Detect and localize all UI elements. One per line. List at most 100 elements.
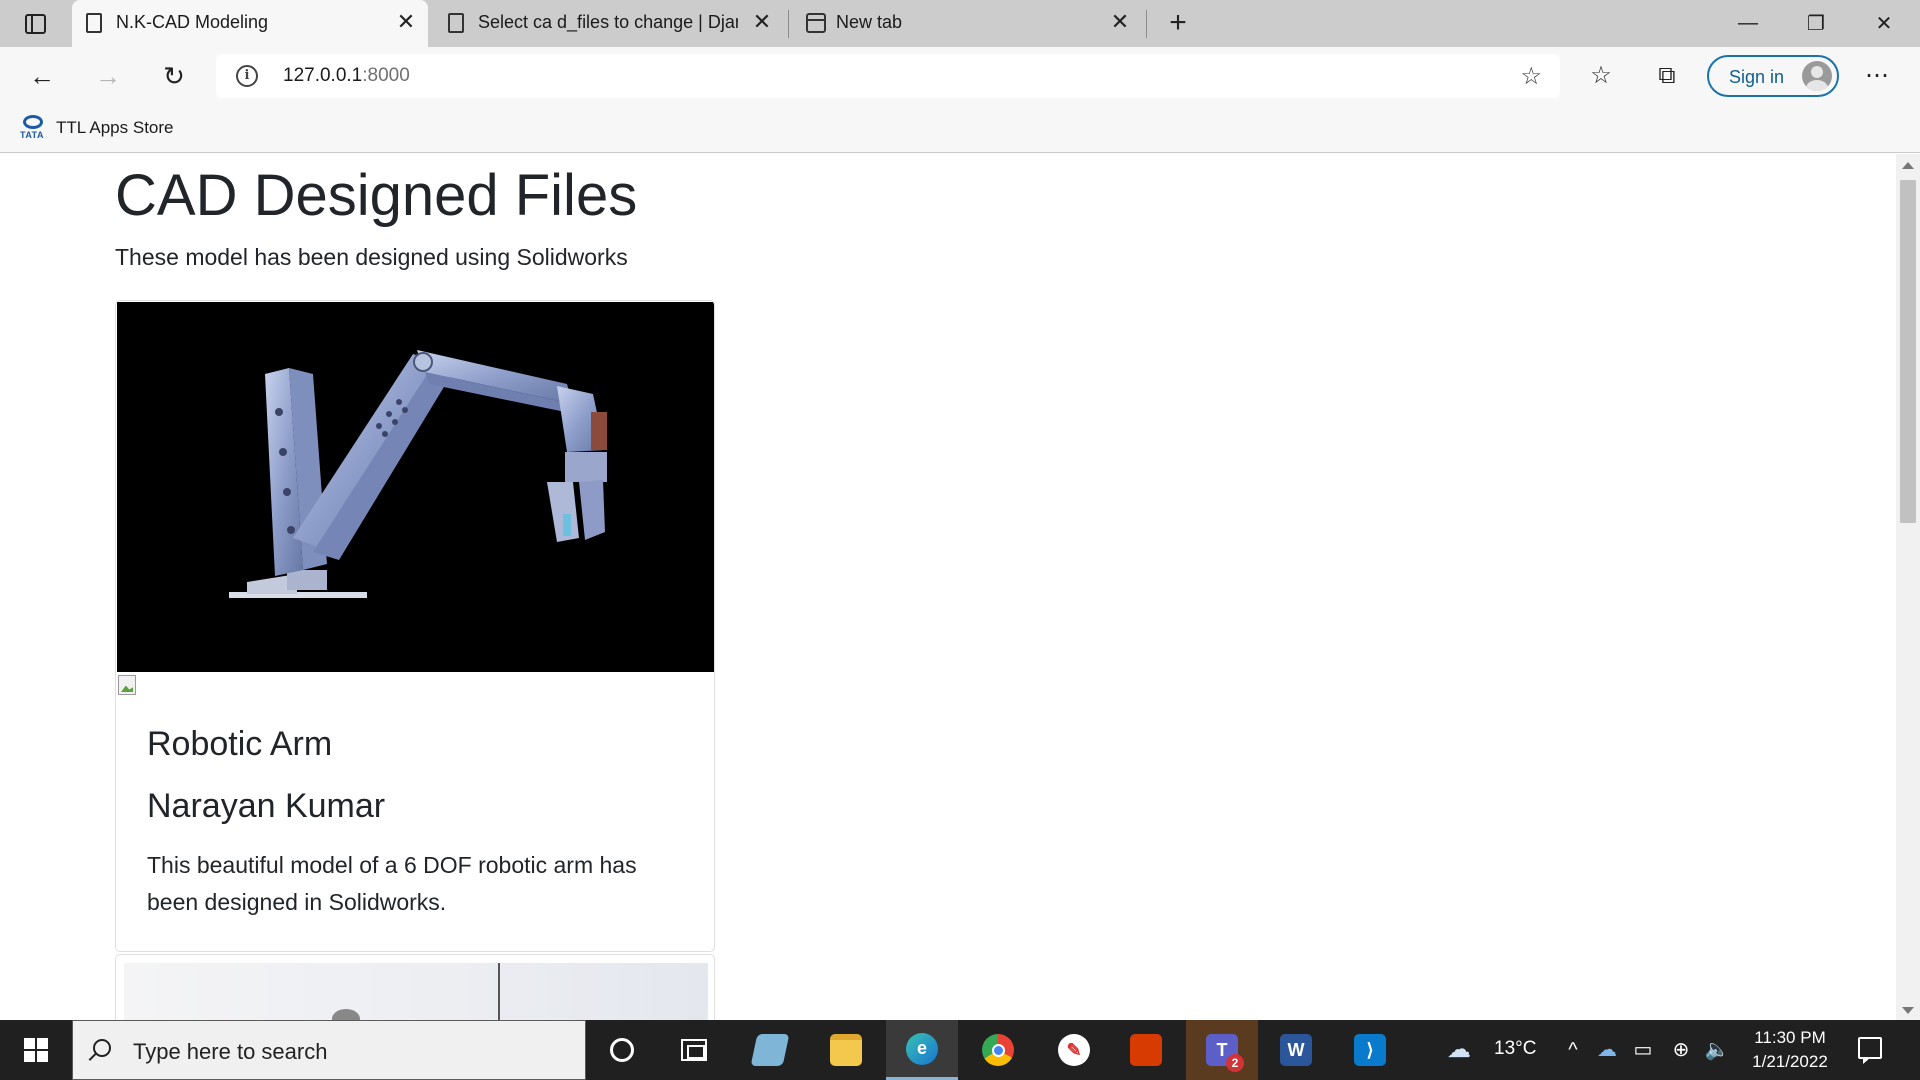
taskbar-app-paint[interactable]: ✎ bbox=[1038, 1020, 1110, 1080]
page-icon bbox=[86, 13, 102, 33]
model-card bbox=[115, 954, 715, 1020]
paint-icon: ✎ bbox=[1058, 1034, 1090, 1066]
close-tab-icon[interactable]: ✕ bbox=[394, 10, 418, 34]
robotic-arm-render bbox=[229, 350, 607, 598]
teams-icon: T 2 bbox=[1206, 1034, 1244, 1072]
forward-button[interactable]: → bbox=[88, 56, 128, 96]
scroll-down-arrow-icon[interactable] bbox=[1902, 1007, 1914, 1014]
page-scrollbar[interactable] bbox=[1896, 154, 1920, 1020]
volume-icon[interactable]: 🔈 bbox=[1704, 1037, 1730, 1063]
task-view-icon bbox=[681, 1039, 707, 1061]
tab-divider bbox=[1146, 10, 1147, 38]
broken-image-icon bbox=[118, 675, 140, 699]
collections-icon[interactable]: ⧉ bbox=[1650, 59, 1684, 93]
clock-date: 1/21/2022 bbox=[1752, 1052, 1828, 1071]
bookmark-label: TTL Apps Store bbox=[56, 118, 174, 137]
avatar bbox=[1802, 61, 1832, 91]
favorites-icon[interactable]: ☆ bbox=[1584, 59, 1618, 93]
vscode-icon: ⟩ bbox=[1354, 1034, 1386, 1066]
refresh-button[interactable]: ↻ bbox=[154, 56, 194, 96]
word-icon: W bbox=[1280, 1034, 1312, 1066]
close-tab-icon[interactable]: ✕ bbox=[750, 10, 774, 34]
tab-new-tab[interactable]: New tab ✕ bbox=[792, 0, 1142, 47]
sign-in-button[interactable]: Sign in bbox=[1707, 55, 1839, 97]
windows-taskbar: Type here to search e ✎ T 2 W ⟩ ☁ 13°C ^… bbox=[0, 1020, 1920, 1080]
tab-divider bbox=[788, 10, 789, 38]
new-tab-button[interactable]: + bbox=[1160, 6, 1196, 42]
back-button[interactable]: ← bbox=[22, 56, 62, 96]
office-icon bbox=[1130, 1034, 1162, 1066]
tab-nk-cad-modeling[interactable]: N.K-CAD Modeling ✕ bbox=[72, 0, 428, 47]
page-subtitle: These model has been designed using Soli… bbox=[115, 244, 628, 270]
taskbar-clock[interactable]: 11:30 PM 1/21/2022 bbox=[1730, 1026, 1850, 1074]
arrow-right-icon: → bbox=[95, 60, 121, 91]
more-options-icon[interactable]: ⋯ bbox=[1860, 59, 1894, 93]
folder-icon bbox=[830, 1034, 862, 1066]
minimize-button[interactable]: — bbox=[1714, 0, 1782, 47]
tab-title: N.K-CAD Modeling bbox=[116, 12, 269, 32]
card-description: This beautiful model of a 6 DOF robotic … bbox=[147, 852, 637, 915]
model-image bbox=[124, 963, 708, 1020]
tata-logo-icon: TATA bbox=[20, 115, 46, 141]
refresh-icon: ↻ bbox=[163, 60, 185, 91]
tab-title: Select ca d_files to change | Djan bbox=[478, 12, 738, 32]
onedrive-icon[interactable]: ☁ bbox=[1594, 1037, 1620, 1063]
url-host: 127.0.0.1 bbox=[283, 65, 363, 86]
tab-actions-button[interactable] bbox=[14, 8, 56, 40]
taskbar-app-edge[interactable]: e bbox=[886, 1020, 958, 1080]
taskbar-search[interactable]: Type here to search bbox=[72, 1020, 586, 1080]
arrow-left-icon: ← bbox=[29, 60, 55, 91]
windows-logo-icon bbox=[24, 1038, 48, 1062]
card-title: Robotic Arm bbox=[147, 725, 333, 763]
page-title: CAD Designed Files bbox=[115, 163, 638, 228]
card-author: Narayan Kumar bbox=[147, 787, 386, 825]
tab-title: New tab bbox=[836, 12, 903, 32]
url-port: :8000 bbox=[362, 65, 410, 86]
browser-toolbar: ← → ↻ i 127.0.0.1:8000 ☆ ☆ ⧉ Sign in ⋯ bbox=[0, 47, 1920, 105]
model-card: Robotic Arm Narayan Kumar This beautiful… bbox=[115, 300, 715, 952]
add-favorite-icon[interactable]: ☆ bbox=[1520, 62, 1542, 91]
robotic-arm-image bbox=[117, 302, 714, 672]
tab-django-admin[interactable]: Select ca d_files to change | Djan ✕ bbox=[434, 0, 784, 47]
edge-icon: e bbox=[906, 1032, 938, 1065]
taskbar-app-vscode[interactable]: ⟩ bbox=[1334, 1020, 1406, 1080]
taskbar-app-chrome[interactable] bbox=[962, 1020, 1034, 1080]
taskbar-app-file-explorer[interactable] bbox=[810, 1020, 882, 1080]
taskbar-app-office[interactable] bbox=[1110, 1020, 1182, 1080]
search-icon bbox=[93, 1039, 111, 1057]
close-tab-icon[interactable]: ✕ bbox=[1108, 10, 1132, 34]
url-text[interactable]: 127.0.0.1:8000 bbox=[283, 65, 410, 87]
search-placeholder: Type here to search bbox=[133, 1039, 328, 1064]
start-button[interactable] bbox=[0, 1020, 72, 1080]
tab-actions-icon bbox=[24, 14, 46, 34]
weather-cloud-icon[interactable]: ☁ bbox=[1446, 1037, 1472, 1063]
cortana-icon bbox=[610, 1038, 634, 1062]
cortana-button[interactable] bbox=[586, 1020, 658, 1080]
taskbar-app-notepad[interactable] bbox=[734, 1020, 806, 1080]
scrollbar-thumb[interactable] bbox=[1900, 180, 1916, 523]
notification-center-icon[interactable] bbox=[1858, 1037, 1882, 1064]
address-bar[interactable]: i 127.0.0.1:8000 ☆ bbox=[216, 54, 1560, 98]
page-viewport: CAD Designed Files These model has been … bbox=[0, 154, 1896, 1020]
taskbar-app-word[interactable]: W bbox=[1260, 1020, 1332, 1080]
notepad-icon bbox=[750, 1034, 790, 1066]
site-info-icon[interactable]: i bbox=[236, 65, 258, 87]
scroll-up-arrow-icon[interactable] bbox=[1902, 162, 1914, 169]
bookmarks-bar: TATA TTL Apps Store bbox=[0, 105, 1920, 153]
show-hidden-icons-icon[interactable]: ^ bbox=[1560, 1037, 1586, 1063]
task-view-button[interactable] bbox=[658, 1020, 730, 1080]
bookmark-ttl-apps-store[interactable]: TATA TTL Apps Store bbox=[20, 115, 173, 141]
chrome-icon bbox=[982, 1034, 1014, 1066]
tab-strip: N.K-CAD Modeling ✕ Select ca d_files to … bbox=[0, 0, 1920, 47]
teams-badge: 2 bbox=[1226, 1054, 1244, 1072]
new-tab-page-icon bbox=[806, 13, 826, 33]
weather-temperature[interactable]: 13°C bbox=[1494, 1038, 1536, 1060]
sign-in-label: Sign in bbox=[1729, 67, 1785, 87]
taskbar-app-teams[interactable]: T 2 bbox=[1186, 1020, 1258, 1080]
battery-icon[interactable]: ▭ bbox=[1630, 1037, 1656, 1063]
page-icon bbox=[448, 13, 464, 33]
restore-button[interactable]: ❐ bbox=[1782, 0, 1850, 47]
clock-time: 11:30 PM bbox=[1754, 1028, 1826, 1047]
close-window-button[interactable]: ✕ bbox=[1850, 0, 1918, 47]
network-icon[interactable]: ⊕ bbox=[1668, 1037, 1694, 1063]
